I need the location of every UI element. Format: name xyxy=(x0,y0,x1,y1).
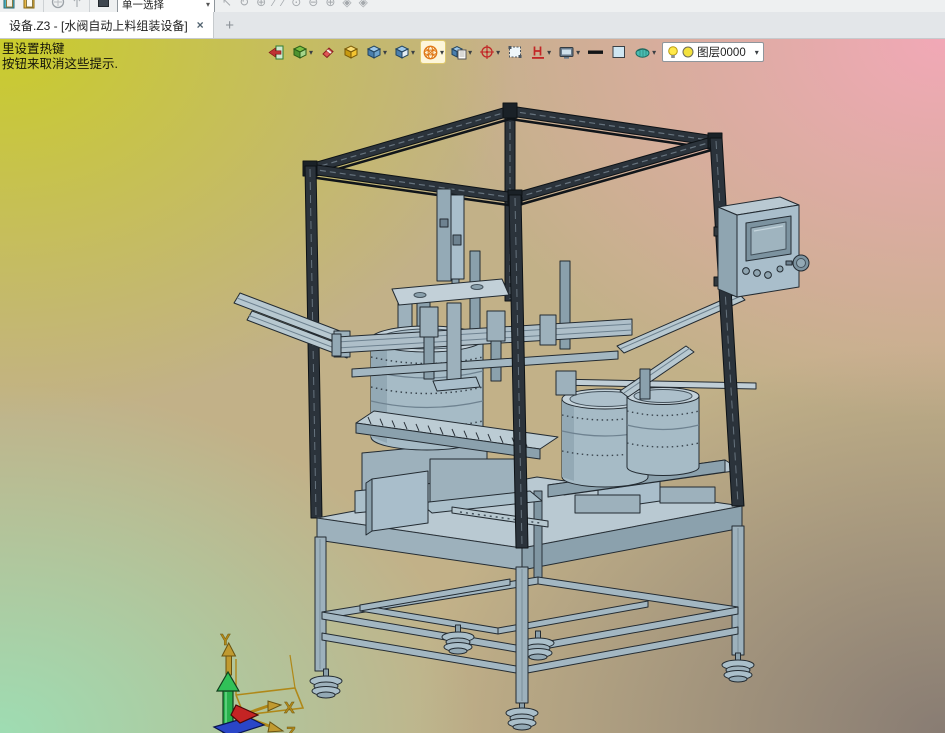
leveling-foot xyxy=(309,668,343,699)
chevron-down-icon: ▾ xyxy=(205,0,210,9)
frame-right-post xyxy=(709,137,745,507)
slash-icon[interactable]: ∕ xyxy=(273,0,275,9)
tab-active-document[interactable]: 设备.Z3 - [水阀自动上料组装设备] × xyxy=(0,12,214,38)
orbit-icon[interactable]: ⊙ xyxy=(291,0,301,9)
gem-icon[interactable]: ◈ xyxy=(342,0,351,9)
top-toolbar-strip: 单一选择 ▾ ↖ ↻ ⊕ ∕ ∕ ⊙ ⊖ ⊕ ◈ ◈ xyxy=(0,0,945,12)
separator xyxy=(43,0,44,12)
model-scene[interactable]: Y X Z xyxy=(0,39,945,733)
separator xyxy=(89,0,90,12)
leveling-foot xyxy=(505,700,539,731)
triad-z-label: Z xyxy=(286,725,296,733)
view-triad[interactable]: Y X Z xyxy=(212,632,305,733)
selection-mode-combo[interactable]: 单一选择 ▾ xyxy=(117,0,215,12)
rotate-view-icon[interactable] xyxy=(51,0,65,10)
pan-view-icon[interactable] xyxy=(72,0,82,10)
close-icon[interactable]: × xyxy=(197,18,204,32)
app-window: 单一选择 ▾ ↖ ↻ ⊕ ∕ ∕ ⊙ ⊖ ⊕ ◈ ◈ 设备.Z3 - [水阀自动… xyxy=(0,0,945,733)
document-tab-bar: 设备.Z3 - [水阀自动上料组装设备] × + xyxy=(0,12,945,39)
slash-icon[interactable]: ∕ xyxy=(282,0,284,9)
zoom-all-icon[interactable]: ⊕ xyxy=(256,0,266,9)
machine-model[interactable] xyxy=(233,102,810,731)
new-tab-button[interactable]: + xyxy=(214,12,246,38)
zoom-in-icon[interactable]: ⊕ xyxy=(325,0,335,9)
gem-icon[interactable]: ◈ xyxy=(359,0,368,9)
viewport-3d[interactable]: 里设置热键 按钮来取消这些提示. ▾ ▾ ▾ ▾ ▾ ▾ ▾ ▾ ▾ 图层000… xyxy=(0,39,945,733)
paste-icon[interactable] xyxy=(3,0,16,10)
redo-view-icon[interactable]: ↻ xyxy=(239,0,249,9)
stop-icon[interactable] xyxy=(97,0,110,9)
zoom-out-icon[interactable]: ⊖ xyxy=(308,0,318,9)
control-panel[interactable] xyxy=(713,196,810,298)
copy-icon[interactable] xyxy=(23,0,36,10)
leveling-foot xyxy=(721,652,755,683)
pick-arrow-icon[interactable]: ↖ xyxy=(222,0,232,9)
tab-title: 设备.Z3 - [水阀自动上料组装设备] xyxy=(9,18,188,33)
selection-mode-value: 单一选择 xyxy=(122,0,164,11)
triad-x-label: X xyxy=(284,700,295,717)
